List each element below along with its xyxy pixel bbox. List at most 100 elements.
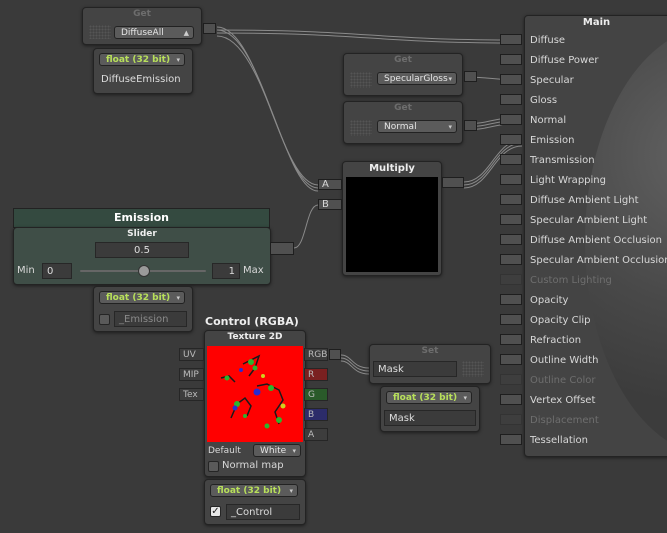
get-diffuse-all-output-port[interactable] bbox=[203, 23, 216, 34]
main-input-port[interactable] bbox=[500, 194, 522, 205]
texture-output-rgb[interactable]: RGB bbox=[304, 348, 328, 361]
main-input-port[interactable] bbox=[500, 34, 522, 45]
main-port-label: Specular Ambient Light bbox=[530, 215, 648, 226]
type-dropdown[interactable]: float (32 bit) ▾ bbox=[99, 291, 185, 304]
diffuse-emission-property: float (32 bit) ▾ DiffuseEmission bbox=[93, 48, 193, 94]
slider-thumb[interactable] bbox=[138, 265, 150, 277]
main-node[interactable]: Main Diffuse Diffuse Power Specular Gloss No… bbox=[524, 15, 667, 457]
type-label: float (32 bit) bbox=[106, 55, 171, 65]
texture-input-mip[interactable]: MIP bbox=[179, 368, 204, 381]
main-port-label: Normal bbox=[530, 115, 567, 126]
property-name-field[interactable]: _Emission bbox=[114, 311, 187, 327]
type-label: float (32 bit) bbox=[393, 393, 458, 403]
main-port-label: Outline Width bbox=[530, 355, 599, 366]
variable-dropdown[interactable]: DiffuseAll ▲ bbox=[114, 26, 194, 39]
main-input-port[interactable] bbox=[500, 114, 522, 125]
main-input-port[interactable] bbox=[500, 54, 522, 65]
main-port-label: Opacity Clip bbox=[530, 315, 591, 326]
main-port-label: Diffuse Ambient Occlusion bbox=[530, 235, 662, 246]
drag-handle[interactable] bbox=[89, 25, 111, 39]
texture-2d-node[interactable]: Texture 2D Default White ▾ Normal map bbox=[204, 330, 306, 477]
main-input-port bbox=[500, 274, 522, 285]
main-input-port[interactable] bbox=[500, 354, 522, 365]
main-port-label: Specular Ambient Occlusion bbox=[530, 255, 667, 266]
main-port-label: Outline Color bbox=[530, 375, 596, 386]
port-label-a: A bbox=[322, 179, 329, 190]
default-dropdown[interactable]: White ▾ bbox=[253, 444, 301, 457]
main-input-port[interactable] bbox=[500, 174, 522, 185]
main-input-port[interactable] bbox=[500, 434, 522, 445]
get-node-diffuse-all[interactable]: Get DiffuseAll ▲ bbox=[82, 7, 202, 45]
drag-handle[interactable] bbox=[350, 72, 372, 88]
node-subtitle: Slider bbox=[127, 229, 157, 239]
property-name-field[interactable]: DiffuseEmission bbox=[97, 72, 189, 88]
texture-input-tex[interactable]: Tex bbox=[179, 388, 204, 401]
set-node-mask[interactable]: Set Mask bbox=[369, 344, 491, 384]
texture-rgb-connector[interactable] bbox=[329, 349, 341, 360]
texture-output-g[interactable]: G bbox=[304, 388, 328, 401]
multiply-output-port[interactable] bbox=[442, 177, 464, 188]
main-input-port[interactable] bbox=[500, 94, 522, 105]
max-field[interactable]: 1 bbox=[212, 263, 240, 279]
drag-handle[interactable] bbox=[462, 361, 484, 377]
texture-node-title: Control (RGBA) bbox=[205, 315, 299, 328]
main-port-label: Emission bbox=[530, 135, 575, 146]
drag-handle[interactable] bbox=[350, 120, 372, 136]
dropdown-arrow-icon: ▾ bbox=[292, 447, 296, 455]
control-property: float (32 bit) ▾ ✓ _Control bbox=[204, 479, 306, 525]
main-input-port[interactable] bbox=[500, 334, 522, 345]
main-port-label: Specular bbox=[530, 75, 574, 86]
variable-dropdown[interactable]: Normal ▾ bbox=[377, 120, 457, 133]
min-field[interactable]: 0 bbox=[42, 263, 72, 279]
emission-output-port[interactable] bbox=[270, 242, 294, 255]
main-port-label: Tessellation bbox=[530, 435, 588, 446]
variable-dropdown[interactable]: SpecularGloss ▾ bbox=[377, 72, 457, 85]
main-input-port[interactable] bbox=[500, 294, 522, 305]
texture-output-a[interactable]: A bbox=[304, 428, 328, 441]
type-label: float (32 bit) bbox=[217, 486, 282, 496]
node-subtitle: Texture 2D bbox=[227, 332, 283, 342]
main-input-port[interactable] bbox=[500, 254, 522, 265]
slider-value-field[interactable]: 0.5 bbox=[95, 242, 189, 258]
main-input-port[interactable] bbox=[500, 154, 522, 165]
main-input-port[interactable] bbox=[500, 234, 522, 245]
normal-map-checkbox-icon[interactable] bbox=[208, 461, 219, 472]
type-dropdown[interactable]: float (32 bit) ▾ bbox=[99, 53, 185, 66]
default-label: Default bbox=[208, 446, 241, 456]
dropdown-arrow-icon: ▾ bbox=[289, 487, 293, 495]
get-normal-output-port[interactable] bbox=[464, 120, 477, 131]
multiply-preview bbox=[346, 177, 438, 272]
node-title: Get bbox=[133, 9, 151, 19]
texture-output-r[interactable]: R bbox=[304, 368, 328, 381]
max-label: Max bbox=[243, 265, 264, 276]
multiply-input-a[interactable]: A bbox=[318, 179, 342, 190]
main-port-label: Refraction bbox=[530, 335, 582, 346]
multiply-input-b[interactable]: B bbox=[318, 199, 342, 210]
texture-input-uv[interactable]: UV bbox=[179, 348, 204, 361]
main-input-port[interactable] bbox=[500, 74, 522, 85]
main-port-label: Gloss bbox=[530, 95, 558, 106]
set-name-field[interactable]: Mask bbox=[373, 361, 457, 377]
emission-slider-node[interactable]: Slider 0.5 Min 0 1 Max bbox=[13, 227, 271, 285]
property-name-field[interactable]: _Control bbox=[226, 504, 300, 520]
node-title: Get bbox=[394, 103, 412, 113]
checkbox-icon[interactable] bbox=[99, 314, 110, 325]
checkbox-icon[interactable]: ✓ bbox=[210, 506, 221, 517]
main-input-port[interactable] bbox=[500, 314, 522, 325]
type-dropdown[interactable]: float (32 bit) ▾ bbox=[386, 391, 472, 404]
main-input-port[interactable] bbox=[500, 134, 522, 145]
main-port-label: Transmission bbox=[530, 155, 595, 166]
main-input-port[interactable] bbox=[500, 394, 522, 405]
get-node-normal[interactable]: Get Normal ▾ bbox=[343, 101, 463, 144]
multiply-node[interactable]: Multiply bbox=[342, 161, 442, 276]
texture-output-b[interactable]: B bbox=[304, 408, 328, 421]
get-node-specular-gloss[interactable]: Get SpecularGloss ▾ bbox=[343, 53, 463, 96]
dropdown-arrow-icon: ▲ bbox=[183, 29, 189, 37]
type-dropdown[interactable]: float (32 bit) ▾ bbox=[210, 484, 298, 497]
main-port-label: Displacement bbox=[530, 415, 599, 426]
property-name-field[interactable]: Mask bbox=[384, 410, 476, 426]
main-input-port[interactable] bbox=[500, 214, 522, 225]
dropdown-arrow-icon: ▾ bbox=[463, 394, 467, 402]
dropdown-value: DiffuseAll bbox=[121, 28, 164, 38]
get-specular-gloss-output-port[interactable] bbox=[464, 71, 477, 82]
